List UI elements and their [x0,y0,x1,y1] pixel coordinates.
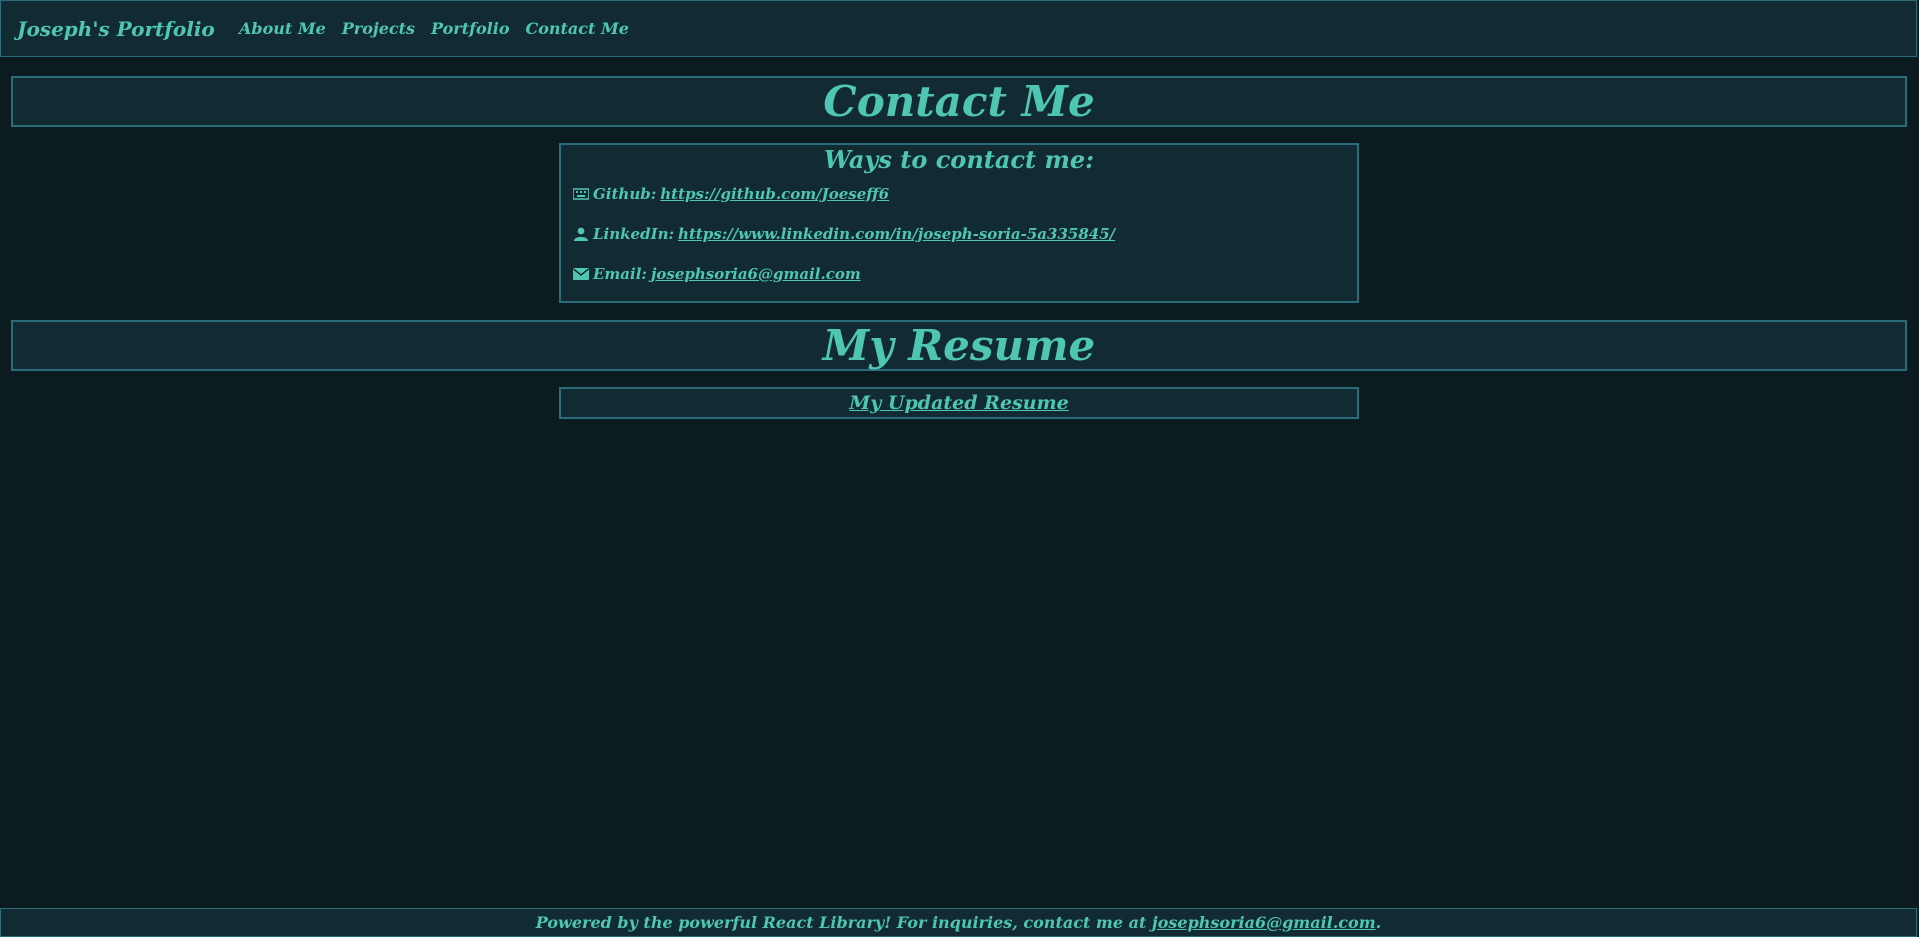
email-line: Email: josephsoria6@gmail.com [573,265,861,283]
contact-heading: Contact Me [11,76,1907,127]
github-link[interactable]: https://github.com/Joeseff6 [660,185,889,203]
navbar: Joseph's Portfolio About Me Projects Por… [0,0,1917,57]
footer-period: . [1375,913,1382,932]
email-link[interactable]: josephsoria6@gmail.com [651,265,861,283]
envelope-icon [573,268,589,280]
email-label: Email: [593,265,647,283]
nav-portfolio[interactable]: Portfolio [431,19,509,38]
linkedin-link[interactable]: https://www.linkedin.com/in/joseph-soria… [678,225,1115,243]
footer-text: Powered by the powerful React Library! F… [535,913,1147,932]
linkedin-line: LinkedIn: https://www.linkedin.com/in/jo… [573,225,1115,243]
github-line: Github: https://github.com/Joeseff6 [573,185,889,203]
nav-links: About Me Projects Portfolio Contact Me [239,19,629,38]
nav-projects[interactable]: Projects [342,19,415,38]
github-label: Github: [593,185,657,203]
resume-link[interactable]: My Updated Resume [849,392,1068,414]
keyboard-icon [573,188,589,200]
contact-box: Ways to contact me: Github: https://gith… [559,143,1359,303]
brand-logo[interactable]: Joseph's Portfolio [17,17,239,41]
user-icon [574,227,588,241]
linkedin-label: LinkedIn: [593,225,675,243]
nav-contact-me[interactable]: Contact Me [526,19,629,38]
resume-box: My Updated Resume [559,387,1359,419]
contact-box-title: Ways to contact me: [824,145,1094,174]
footer: Powered by the powerful React Library! F… [0,908,1917,937]
footer-email-link[interactable]: josephsoria6@gmail.com [1152,913,1376,932]
resume-heading: My Resume [11,320,1907,371]
nav-about-me[interactable]: About Me [239,19,326,38]
